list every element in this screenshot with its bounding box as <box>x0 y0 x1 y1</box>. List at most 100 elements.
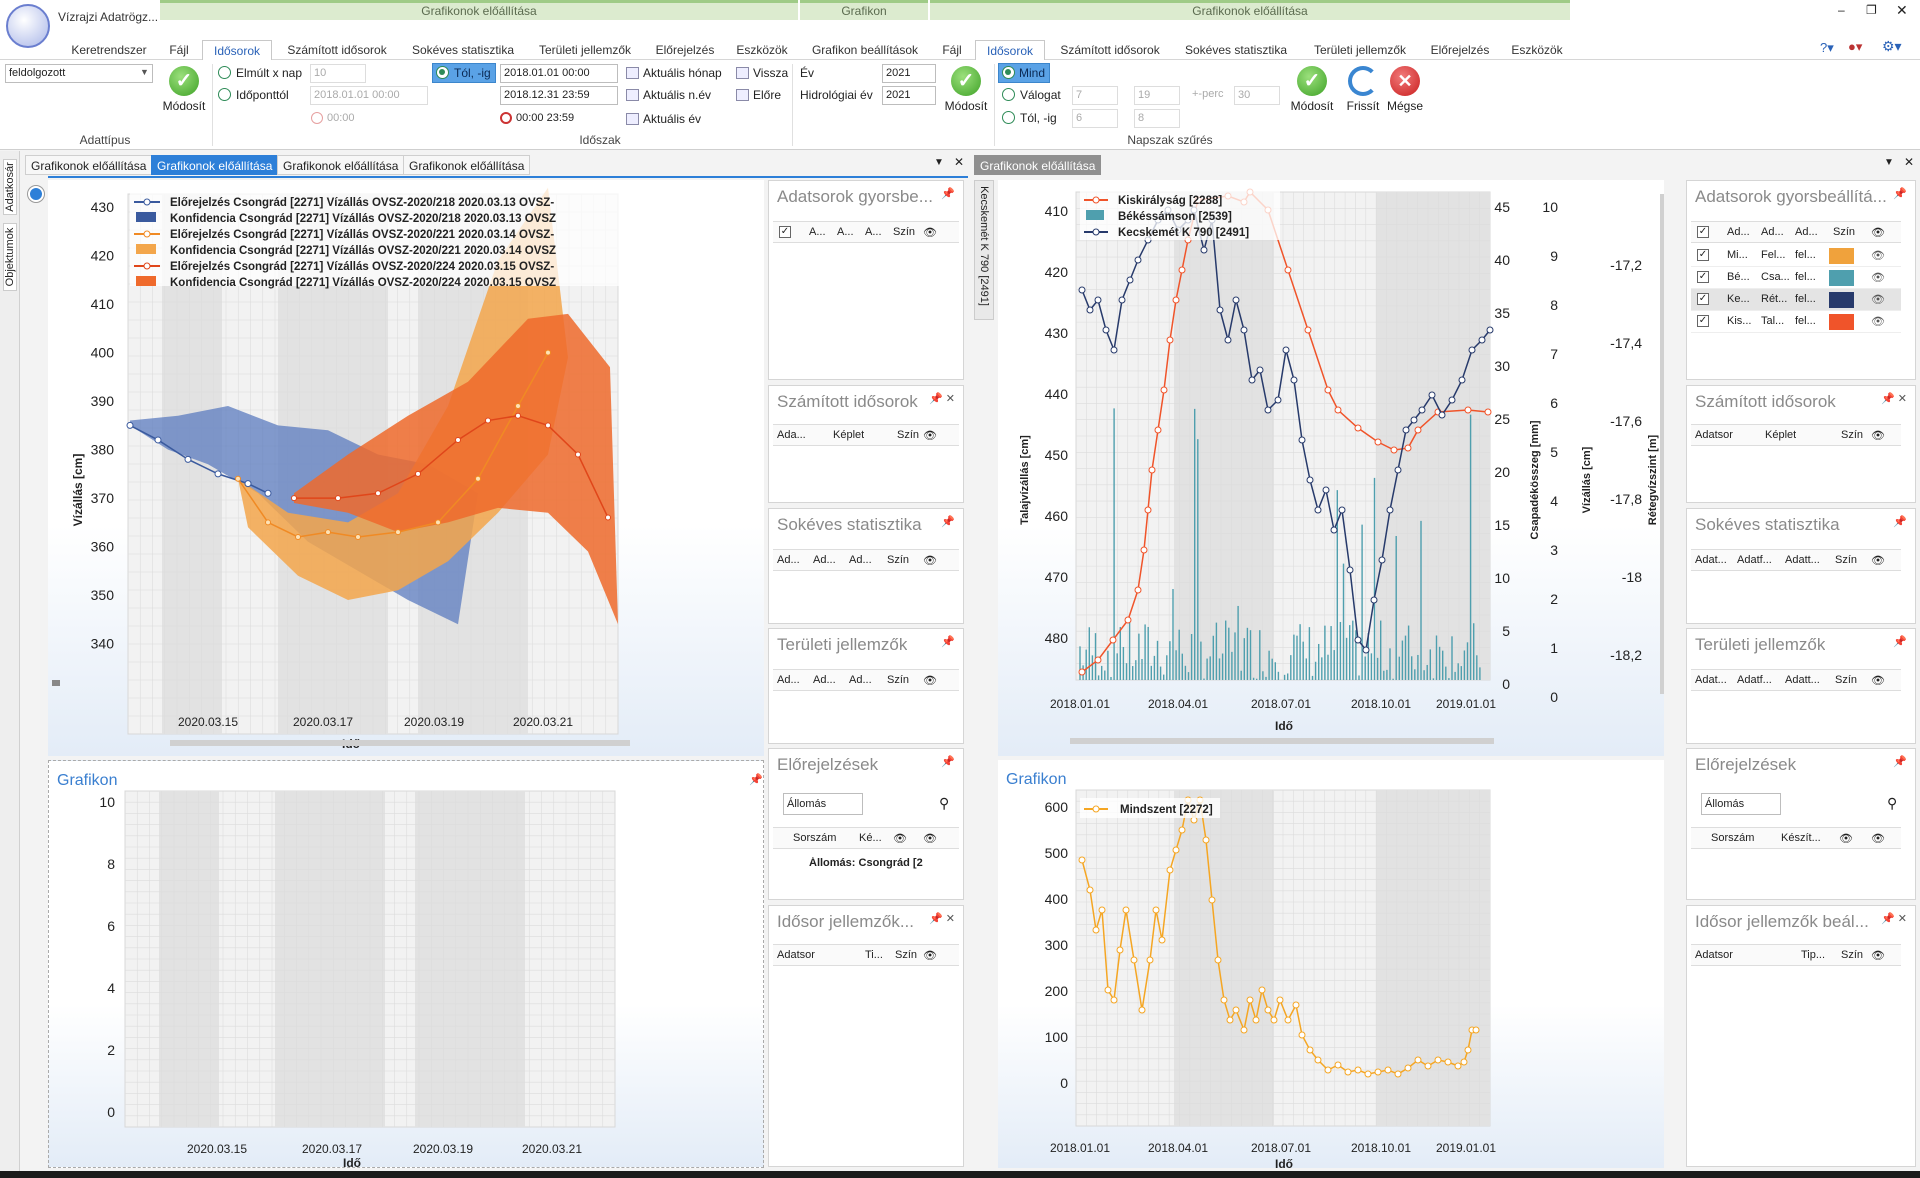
tab-sokeves-statisztika-right[interactable]: Sokéves statisztika <box>1178 40 1294 60</box>
tab-szamitott-idosorok-right[interactable]: Számított idősorok <box>1053 40 1167 60</box>
tab-szamitott-idosorok[interactable]: Számított idősorok <box>280 40 394 60</box>
forecast-chart[interactable]: 430 420 410 400 390 380 370 360 350 340 2020.03.15… <box>48 180 764 756</box>
tab-fajl-right[interactable]: Fájl <box>936 40 968 60</box>
side-tab-adatkosar[interactable]: Adatkosár <box>3 159 17 215</box>
perc-input[interactable]: 30 <box>1234 86 1280 105</box>
doc-tab-2[interactable]: Grafikonok előállítása <box>151 155 279 175</box>
modosit-button-3[interactable]: ✓ Módosít <box>1286 66 1338 113</box>
close-tab-icon-right[interactable]: ✕ <box>1904 155 1914 169</box>
modosit-button-2[interactable]: ✓ Módosít <box>940 66 992 113</box>
pin-close-icon[interactable]: 📌 ✕ <box>1881 392 1907 405</box>
pin-close-icon[interactable]: 📌 ✕ <box>929 392 955 405</box>
from-date-input[interactable]: 2018.01.01 00:00 <box>500 64 618 83</box>
modosit-button-1[interactable]: ✓ Módosít <box>158 66 210 113</box>
tab-teruleti-jellemzok[interactable]: Területi jellemzők <box>530 40 640 60</box>
aktualis-honap-button[interactable]: Aktuális hónap <box>626 66 722 80</box>
valogat-radio[interactable] <box>1002 88 1015 101</box>
elmult-x-nap-input[interactable]: 10 <box>310 64 366 83</box>
tab-idosorok[interactable]: Idősorok <box>202 40 272 61</box>
doc-tab-right[interactable]: Grafikonok előállítása <box>974 155 1102 175</box>
gyors-row[interactable]: ✓ Mi... Fel... fel... 👁 <box>1691 245 1901 267</box>
pin-icon[interactable]: 📌 <box>941 515 955 528</box>
pin-icon[interactable]: 📌 <box>1893 187 1907 200</box>
group-row[interactable]: Állomás: Csongrád [2 <box>809 857 955 869</box>
chart-toggle-icon[interactable] <box>28 186 44 202</box>
gyors-row[interactable]: ✓ Bé... Csa... fel... 👁 <box>1691 267 1901 289</box>
napszak-input-2[interactable]: 19 <box>1134 86 1180 105</box>
multi-axis-chart[interactable]: 4104204304404504604704804540353025201510… <box>998 180 1664 756</box>
app-logo[interactable] <box>6 4 50 48</box>
pin-close-icon[interactable]: 📌 ✕ <box>929 912 955 925</box>
dropdown-icon[interactable]: ▼ <box>934 157 944 168</box>
select-all-checkbox[interactable]: ✓ <box>1697 226 1709 238</box>
pin-icon[interactable]: 📌 <box>941 187 955 200</box>
help-icon[interactable]: ?▾ <box>1820 40 1834 56</box>
mind-radio[interactable] <box>1002 66 1015 79</box>
tab-elorejelzes[interactable]: Előrejelzés <box>650 40 720 60</box>
aktualis-nev-button[interactable]: Aktuális n.év <box>626 88 711 102</box>
allomas-group-box[interactable]: Állomás <box>783 793 863 815</box>
side-tab-objektumok[interactable]: Objektumok <box>3 223 17 291</box>
idoponttol-radio[interactable] <box>218 88 231 101</box>
eye-icon[interactable]: 👁 <box>1871 293 1885 306</box>
color-swatch[interactable] <box>1829 248 1854 264</box>
hidro-ev-input[interactable]: 2021 <box>882 86 936 105</box>
frissit-button[interactable]: Frissít <box>1340 66 1386 113</box>
tab-sokeves-statisztika[interactable]: Sokéves statisztika <box>405 40 521 60</box>
tol-ig-radio-2[interactable] <box>1002 111 1015 124</box>
row-checkbox[interactable]: ✓ <box>1697 293 1709 305</box>
row-checkbox[interactable]: ✓ <box>1697 249 1709 261</box>
color-swatch[interactable] <box>1829 270 1854 286</box>
row-checkbox[interactable]: ✓ <box>1697 315 1709 327</box>
dropdown-icon-right[interactable]: ▼ <box>1884 157 1894 168</box>
tab-grafikon-beallitasok[interactable]: Grafikon beállítások <box>805 40 925 60</box>
eye-icon[interactable]: 👁 <box>1871 271 1885 284</box>
pin-icon[interactable]: 📌 <box>1893 515 1907 528</box>
eye-icon[interactable]: 👁 <box>1871 315 1885 328</box>
doc-tab-3[interactable]: Grafikonok előállítása <box>277 155 405 175</box>
pin-close-icon[interactable]: 📌 ✕ <box>1881 912 1907 925</box>
minimize-icon[interactable]: – <box>1838 3 1845 17</box>
restore-icon[interactable]: ❐ <box>1866 3 1877 17</box>
tab-fajl[interactable]: Fájl <box>163 40 195 60</box>
napszak-input-1[interactable]: 7 <box>1072 86 1118 105</box>
row-checkbox[interactable]: ✓ <box>1697 271 1709 283</box>
gyors-row[interactable]: ✓ Kis... Tal... fel... 👁 <box>1691 311 1901 333</box>
tab-eszkozok[interactable]: Eszközök <box>728 40 796 60</box>
napszak-input-3[interactable]: 6 <box>1072 109 1118 128</box>
tab-idosorok-right[interactable]: Idősorok <box>975 40 1045 61</box>
ev-input[interactable]: 2021 <box>882 64 936 83</box>
adattipus-select[interactable]: feldolgozott <box>5 64 153 83</box>
user-icon[interactable]: ●▾ <box>1848 39 1862 55</box>
vissza-button[interactable]: Vissza <box>736 66 788 80</box>
color-swatch[interactable] <box>1829 292 1854 308</box>
elore-button[interactable]: Előre <box>736 88 781 102</box>
idoponttol-input[interactable]: 2018.01.01 00:00 <box>310 86 428 105</box>
tab-teruleti-jellemzok-right[interactable]: Területi jellemzők <box>1305 40 1415 60</box>
pin-icon[interactable]: 📌 <box>941 755 955 768</box>
aktualis-ev-button[interactable]: Aktuális év <box>626 112 701 126</box>
pin-icon[interactable]: 📌 <box>1893 755 1907 768</box>
tol-ig-radio[interactable] <box>436 66 449 79</box>
elmult-x-nap-radio[interactable] <box>218 66 231 79</box>
pin-icon[interactable]: 📌 <box>1893 635 1907 648</box>
doc-tab-4[interactable]: Grafikonok előállítása <box>403 155 531 175</box>
pin-icon[interactable]: 📌 <box>941 635 955 648</box>
search-icon[interactable]: ⚲ <box>1887 795 1897 812</box>
tab-eszkozok-right[interactable]: Eszközök <box>1503 40 1571 60</box>
empty-chart[interactable]: Grafikon 📌 10 8 6 4 2 0 2020.03.15 2020.03.17 2020… <box>49 761 765 1170</box>
close-icon[interactable]: ✕ <box>1896 2 1908 19</box>
close-tab-icon[interactable]: ✕ <box>954 155 964 169</box>
tab-keretrendszer[interactable]: Keretrendszer <box>64 40 154 60</box>
tab-elorejelzes-right[interactable]: Előrejelzés <box>1425 40 1495 60</box>
mindszent-chart[interactable]: Grafikon 600 500 400 300 200 100 0 2018.01.01 201… <box>998 760 1664 1171</box>
search-icon[interactable]: ⚲ <box>939 795 949 812</box>
gyors-row[interactable]: ✓ Ke... Rét... fel... 👁 <box>1691 289 1901 311</box>
allomas-group-box-right[interactable]: Állomás <box>1701 793 1781 815</box>
to-date-input[interactable]: 2018.12.31 23:59 <box>500 86 618 105</box>
eye-icon[interactable]: 👁 <box>1871 249 1885 262</box>
color-swatch[interactable] <box>1829 314 1854 330</box>
doc-tab-1[interactable]: Grafikonok előállítása <box>25 155 153 175</box>
napszak-input-4[interactable]: 8 <box>1134 109 1180 128</box>
megse-button[interactable]: ✕ Mégse <box>1382 66 1428 113</box>
